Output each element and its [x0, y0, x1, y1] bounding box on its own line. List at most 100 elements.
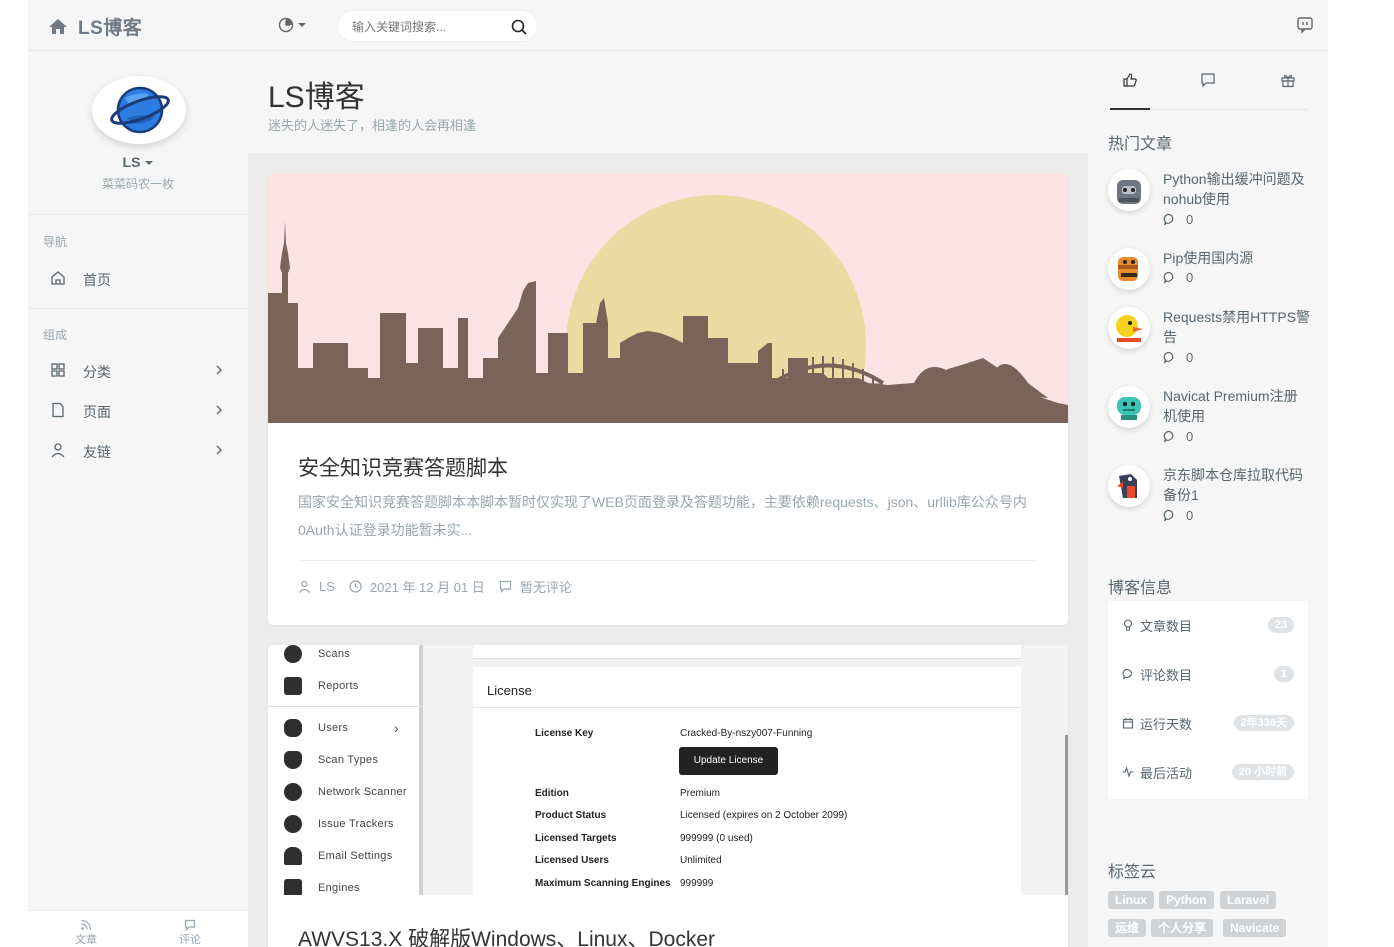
clock-icon	[349, 580, 362, 593]
hot-post-title: Navicat Premium注册机使用	[1163, 388, 1298, 424]
license-key-value: Premium	[680, 788, 721, 799]
post-thumbnail	[1108, 169, 1150, 211]
divider	[473, 707, 1021, 708]
divider	[28, 214, 248, 215]
home-icon	[51, 271, 65, 285]
footer-label: 评论	[179, 934, 201, 946]
chevron-right-icon	[216, 405, 222, 415]
right-aside: 热门文章 Python输出缓冲问题及nohub使用 0 Pip使用国内源 0 R…	[1088, 52, 1328, 947]
sidebar-item-label: 友链	[83, 444, 111, 460]
hot-post-comments: 0	[1163, 429, 1193, 444]
hot-post-item[interactable]: Requests禁用HTTPS警告 0	[1108, 307, 1313, 377]
page-header: LS博客 迷失的人迷失了，相逢的人会再相逢	[248, 52, 1088, 153]
tab-gifts[interactable]	[1268, 52, 1308, 110]
hot-post-item[interactable]: Navicat Premium注册机使用 0	[1108, 386, 1313, 456]
info-label: 运行天数	[1140, 716, 1193, 732]
sidebar-item-label: 分类	[83, 364, 111, 380]
tag-link[interactable]: Python	[1159, 891, 1214, 909]
tag-link[interactable]: 个人分享	[1151, 919, 1214, 937]
license-key-label: License Key	[535, 728, 594, 739]
post-card[interactable]: Scans Reports Users › Scan Types Network …	[268, 645, 1068, 947]
footer-label: 文章	[75, 934, 97, 946]
brand[interactable]: LS博客	[48, 13, 142, 40]
message-icon[interactable]	[1296, 16, 1314, 34]
hot-post-item[interactable]: 京东脚本仓库拉取代码备份1 0	[1108, 465, 1313, 535]
info-badge: 2年336天	[1233, 715, 1294, 731]
thumbs-up-icon	[1123, 73, 1137, 87]
sidebar-item-home[interactable]: 首页	[28, 258, 248, 298]
search-box	[337, 10, 538, 42]
shield-icon	[284, 751, 302, 769]
brand-name: LS博客	[78, 18, 143, 39]
report-icon	[284, 677, 302, 695]
footer-comments-link[interactable]: 评论	[160, 919, 220, 947]
comment-icon	[1163, 430, 1174, 443]
network-icon	[284, 783, 302, 801]
info-post-count: 文章数目 23	[1122, 613, 1294, 637]
tag-link[interactable]: Laravel	[1220, 891, 1277, 909]
license-key-value: 999999	[680, 878, 714, 889]
search-icon[interactable]	[510, 18, 528, 36]
tag-link[interactable]: 运维	[1108, 919, 1147, 937]
hot-post-title: Requests禁用HTTPS警告	[1163, 309, 1311, 345]
hot-post-comments: 0	[1163, 350, 1193, 365]
post-title[interactable]: AWVS13.X 破解版Windows、Linux、Docker	[298, 923, 715, 947]
comment-icon	[1163, 271, 1174, 284]
post-summary: 国家安全知识竞赛答题脚本本脚本暂时仅实现了WEB页面登录及答题功能，主要依赖re…	[298, 494, 1027, 538]
chevron-right-icon	[216, 445, 222, 455]
page-title: LS博客	[268, 81, 365, 114]
avatar[interactable]	[92, 76, 186, 144]
tag-link[interactable]: Linux	[1108, 891, 1154, 909]
post-comments[interactable]: 暂无评论	[520, 577, 572, 596]
comment-icon	[1122, 668, 1132, 680]
home-icon	[49, 18, 67, 34]
divider	[28, 308, 248, 309]
info-badge: 20 小时前	[1231, 764, 1294, 780]
tab-hot[interactable]	[1110, 52, 1150, 110]
user-name-text: LS	[122, 154, 141, 170]
comment-icon	[184, 919, 196, 931]
tag-cloud-heading: 标签云	[1108, 864, 1157, 881]
history-dropdown[interactable]	[278, 17, 306, 33]
search-input[interactable]	[352, 18, 502, 36]
sidebar-item-links[interactable]: 友链	[28, 430, 248, 470]
blog-info-heading: 博客信息	[1108, 580, 1173, 597]
awvs-nav-label: Engines	[318, 882, 360, 894]
license-key-label: Licensed Users	[535, 855, 609, 866]
user-name[interactable]: LS	[28, 154, 248, 170]
tab-comments[interactable]	[1188, 52, 1228, 110]
main-content: LS博客 迷失的人迷失了，相逢的人会再相逢 安全知识竞赛答题脚本 国家安全知识竞…	[248, 52, 1088, 947]
group-heading: 组成	[43, 328, 68, 342]
user-icon	[299, 580, 310, 593]
awvs-nav-item: Issue Trackers	[284, 813, 394, 835]
sidebar-item-label: 页面	[83, 404, 111, 420]
comment-icon	[1163, 213, 1174, 226]
scrollbar	[1065, 735, 1068, 895]
hot-post-title: Python输出缓冲问题及nohub使用	[1163, 171, 1305, 207]
license-key-value: Cracked-By-nszy007-Funning	[680, 728, 813, 739]
sidebar-item-label: 首页	[83, 272, 111, 288]
awvs-nav-item: Engines	[284, 877, 360, 895]
post-author[interactable]: LS	[319, 579, 335, 594]
nav-heading: 导航	[43, 235, 68, 249]
awvs-nav-label: Reports	[318, 680, 359, 692]
sidebar-item-pages[interactable]: 页面	[28, 390, 248, 430]
comment-icon	[1163, 351, 1174, 364]
post-title[interactable]: 安全知识竞赛答题脚本	[298, 452, 508, 482]
info-last-active: 最后活动 20 小时前	[1122, 760, 1294, 784]
awvs-nav-label: Users	[318, 722, 349, 734]
post-card[interactable]: 安全知识竞赛答题脚本 国家安全知识竞赛答题脚本本脚本暂时仅实现了WEB页面登录及…	[268, 173, 1068, 625]
outer-background	[1328, 0, 1394, 947]
awvs-nav-item: Email Settings	[284, 845, 393, 867]
footer-posts-link[interactable]: 文章	[56, 919, 116, 947]
hot-post-item[interactable]: Python输出缓冲问题及nohub使用 0	[1108, 169, 1313, 239]
comment-icon	[1201, 73, 1215, 88]
bird-icon	[1117, 474, 1137, 498]
tag-link[interactable]: Navicate	[1223, 919, 1287, 937]
license-key-value: Licensed (expires on 2 October 2099)	[680, 810, 848, 821]
hot-post-title: Pip使用国内源	[1163, 250, 1254, 266]
blog-info-card: 文章数目 23 评论数目 1 运行天数 2年336天 最后活动 20 小时前	[1108, 601, 1308, 799]
sidebar-item-categories[interactable]: 分类	[28, 350, 248, 390]
info-label: 文章数目	[1140, 618, 1193, 634]
comment-count: 0	[1186, 508, 1194, 523]
